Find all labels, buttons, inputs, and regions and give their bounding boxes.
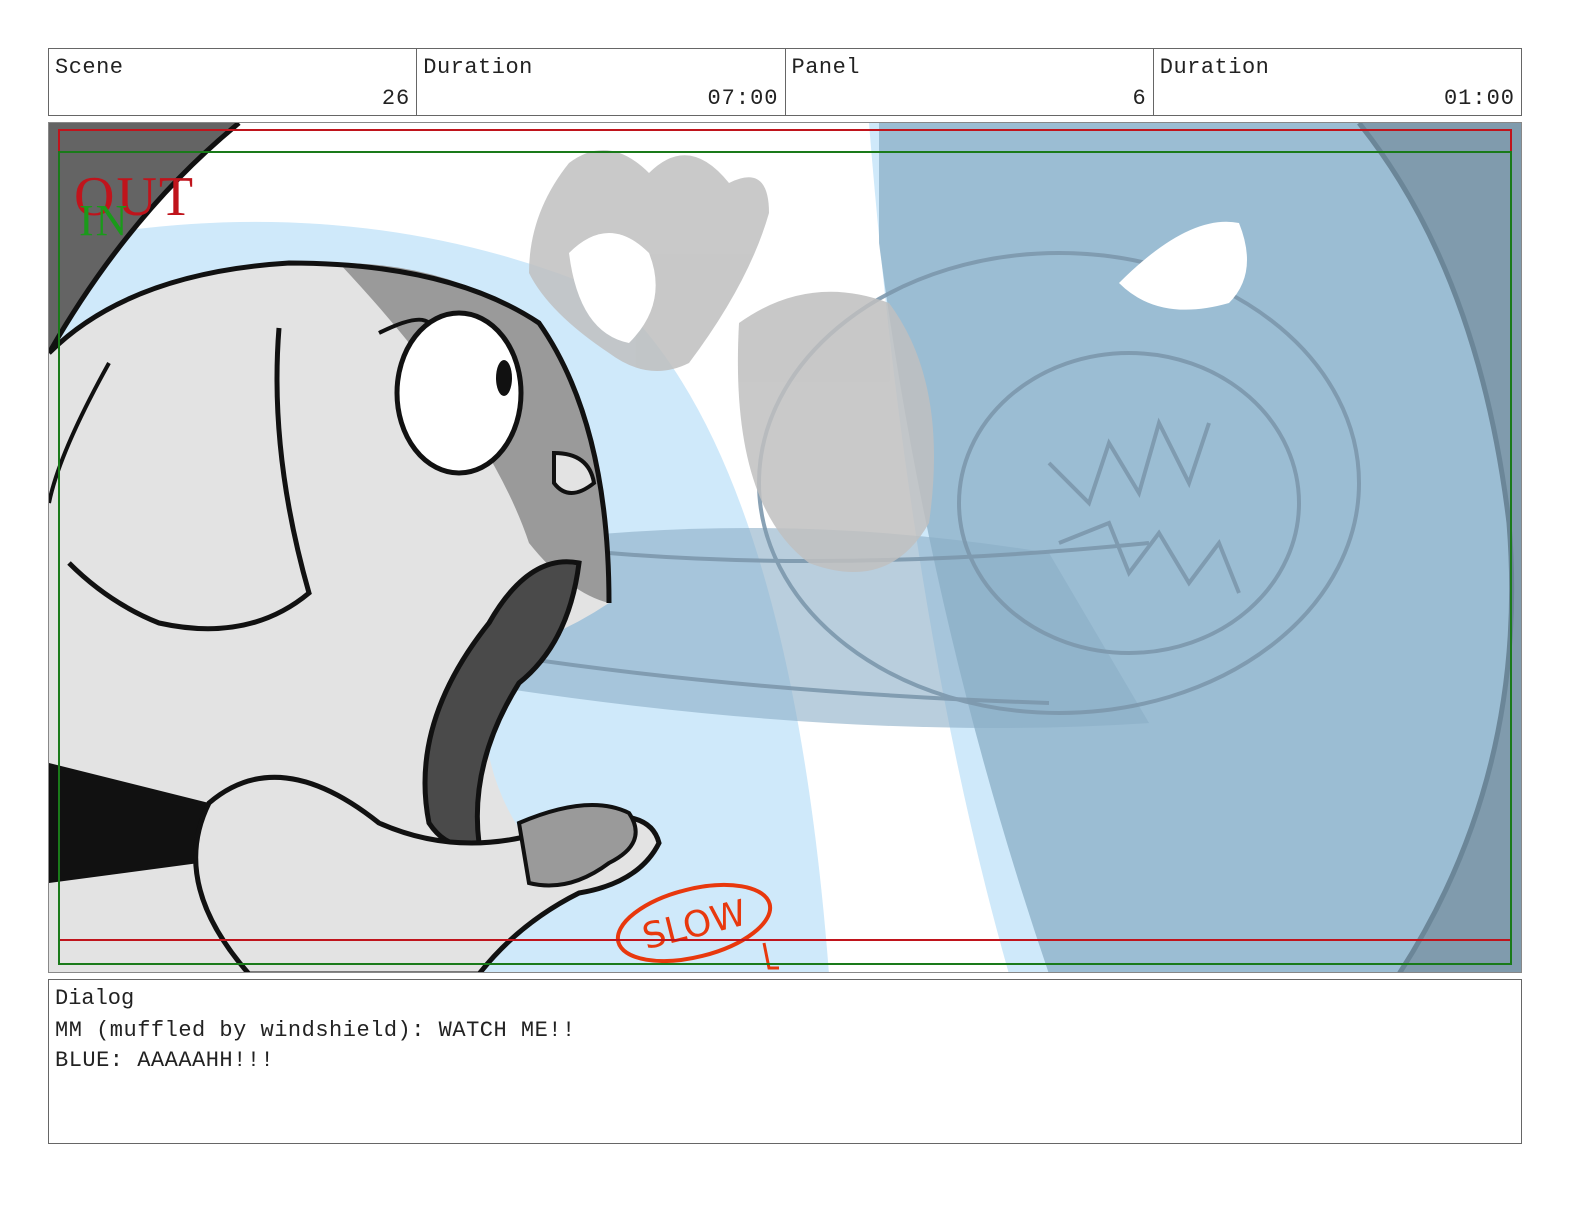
dialog-line: BLUE: AAAAAHH!!! xyxy=(55,1048,275,1073)
storyboard-drawing: SLOW OUT IN xyxy=(49,123,1521,972)
panel-duration-value: 01:00 xyxy=(1443,86,1515,111)
panel-duration-cell: Duration 01:00 xyxy=(1154,49,1521,115)
scene-number: 26 xyxy=(381,86,411,111)
panel-number: 6 xyxy=(1132,86,1147,111)
panel-cell: Panel 6 xyxy=(786,49,1154,115)
panel-duration-label: Duration xyxy=(1159,55,1270,80)
dialog-box: Dialog MM (muffled by windshield): WATCH… xyxy=(48,979,1522,1144)
scene-label: Scene xyxy=(55,55,124,80)
dialog-label: Dialog xyxy=(55,986,135,1011)
panel-header: Scene 26 Duration 07:00 Panel 6 Duration… xyxy=(48,48,1522,116)
scene-duration-value: 07:00 xyxy=(707,86,779,111)
panel-label: Panel xyxy=(791,55,861,80)
scene-duration-cell: Duration 07:00 xyxy=(417,49,786,115)
character-pupil xyxy=(496,360,512,396)
transition-in-label: IN xyxy=(79,196,129,245)
dialog-lines: MM (muffled by windshield): WATCH ME!! B… xyxy=(55,1016,576,1076)
dialog-line: MM (muffled by windshield): WATCH ME!! xyxy=(55,1018,576,1043)
scene-cell: Scene 26 xyxy=(49,49,418,115)
scene-duration-label: Duration xyxy=(423,55,533,80)
storyboard-panel: SLOW OUT IN xyxy=(48,122,1522,973)
